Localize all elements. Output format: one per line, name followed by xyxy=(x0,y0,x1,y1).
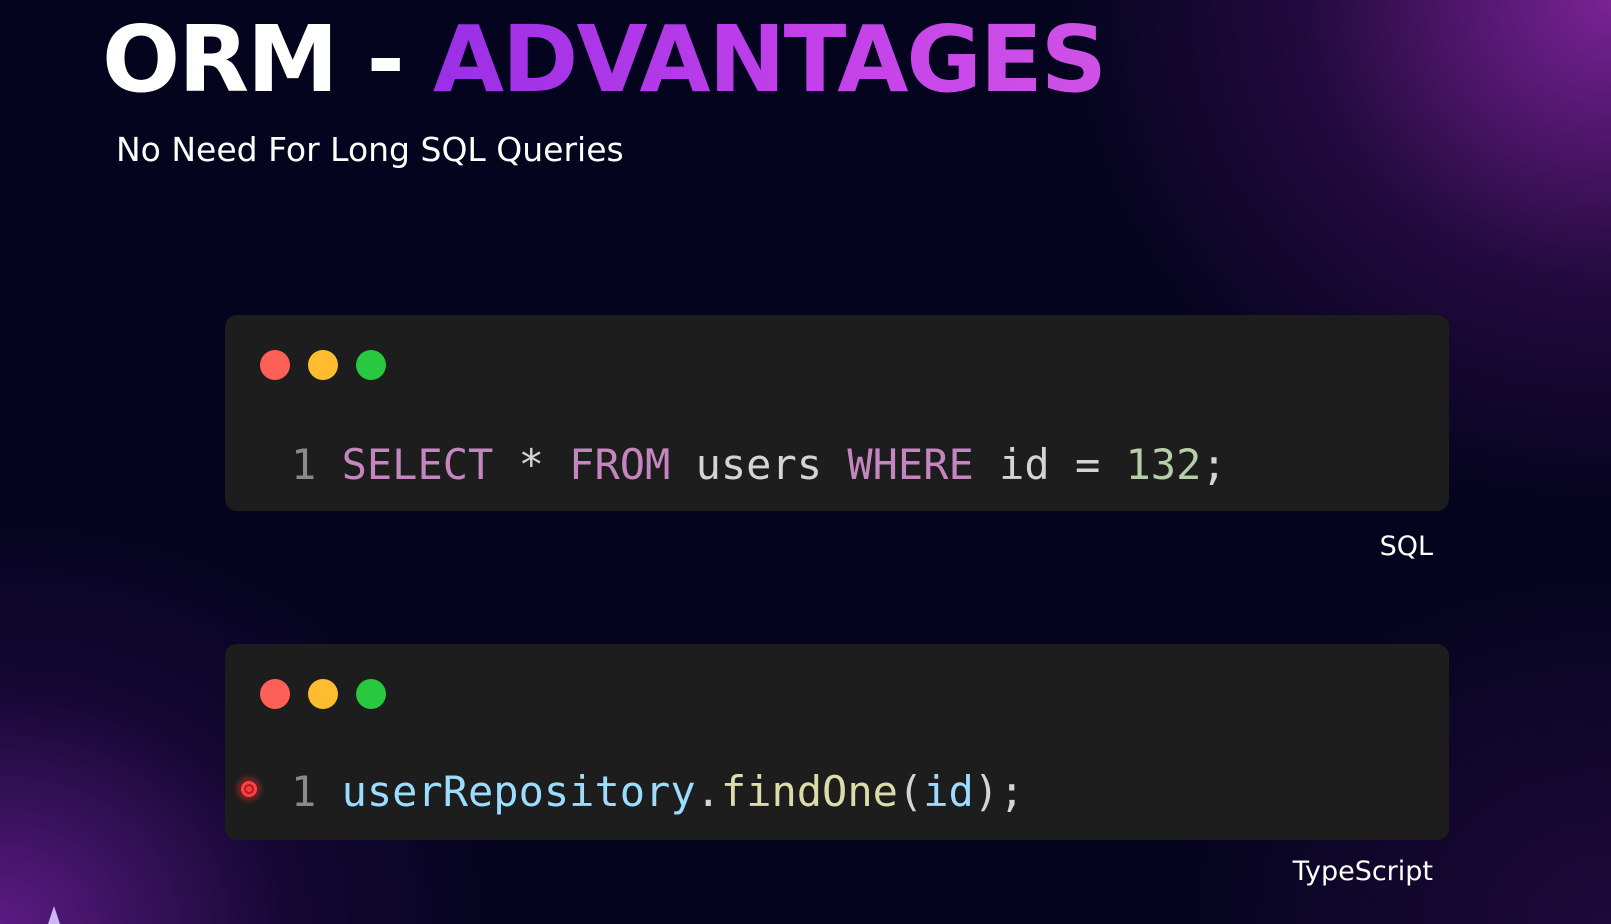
ts-dot: . xyxy=(695,767,721,816)
sql-column-name: id xyxy=(973,440,1075,489)
ts-object-name: userRepository xyxy=(341,767,696,816)
sql-window-controls xyxy=(260,350,386,380)
maximize-dot-icon xyxy=(356,350,386,380)
sql-language-label: SQL xyxy=(1379,531,1433,562)
sql-keyword-where: WHERE xyxy=(847,440,974,489)
slide-subtitle: No Need For Long SQL Queries xyxy=(116,130,624,169)
close-dot-icon xyxy=(260,679,290,709)
maximize-dot-icon xyxy=(356,679,386,709)
corner-logo-icon xyxy=(48,906,60,924)
slide-title: ORM - ADVANTAGES xyxy=(102,0,1107,120)
line-number: 1 xyxy=(291,440,317,489)
title-orm: ORM xyxy=(102,6,339,113)
sql-equals: = xyxy=(1074,440,1126,489)
sql-keyword-select: SELECT xyxy=(341,440,494,489)
minimize-dot-icon xyxy=(308,350,338,380)
minimize-dot-icon xyxy=(308,679,338,709)
ts-code-line: 1 userRepository.findOne(id); xyxy=(291,764,1024,820)
ts-method-name: findOne xyxy=(720,767,898,816)
sql-number: 132 xyxy=(1125,440,1202,489)
breakpoint-icon[interactable] xyxy=(238,778,260,800)
sql-code-line: 1 SELECT * FROM users WHERE id = 132; xyxy=(291,437,1227,493)
sql-code-window: 1 SELECT * FROM users WHERE id = 132; xyxy=(225,315,1449,511)
sql-star: * xyxy=(493,440,570,489)
title-dash: - xyxy=(336,6,433,113)
close-dot-icon xyxy=(260,350,290,380)
sql-keyword-from: FROM xyxy=(569,440,671,489)
typescript-language-label: TypeScript xyxy=(1292,856,1433,887)
line-number: 1 xyxy=(291,767,317,816)
title-advantages: ADVANTAGES xyxy=(432,6,1107,113)
sql-table-name: users xyxy=(670,440,848,489)
ts-open-paren: ( xyxy=(897,767,924,816)
sql-semicolon: ; xyxy=(1201,440,1227,489)
ts-window-controls xyxy=(260,679,386,709)
typescript-code-window: 1 userRepository.findOne(id); xyxy=(225,644,1449,840)
ts-argument: id xyxy=(923,767,974,816)
ts-close-paren: ); xyxy=(973,767,1025,816)
